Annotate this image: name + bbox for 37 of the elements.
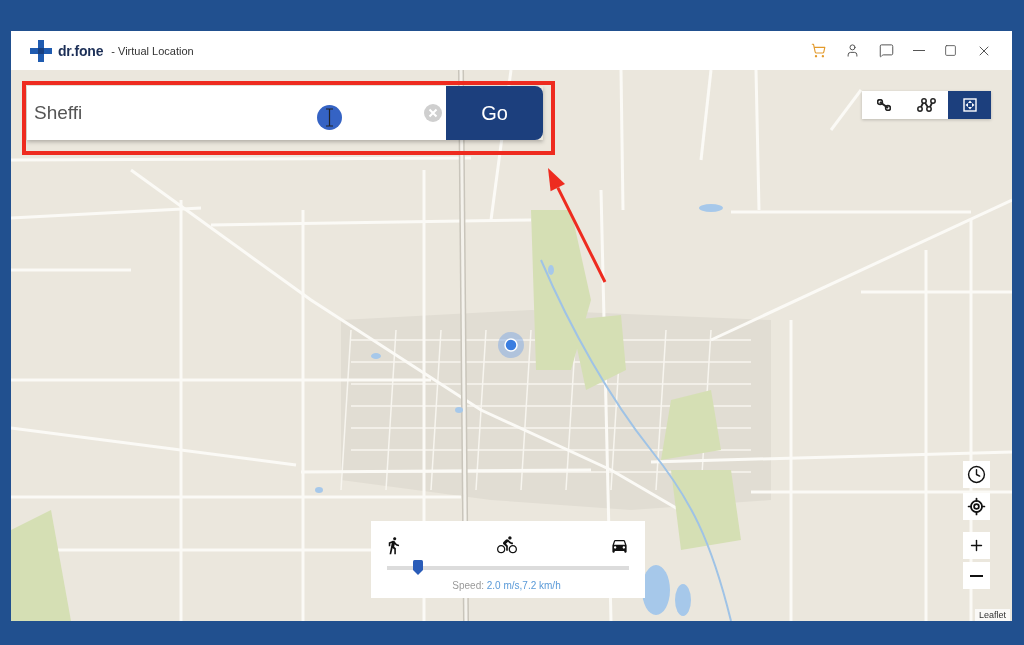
minimize-icon[interactable] [913, 49, 925, 52]
clock-icon [967, 465, 986, 484]
search-field[interactable]: Sheffi [27, 86, 446, 140]
two-dot-route-icon [876, 99, 891, 111]
plus-icon [968, 537, 985, 554]
route-mode-button[interactable] [948, 91, 991, 119]
pond [642, 565, 670, 615]
plus-logo-icon [30, 39, 52, 62]
pond [675, 584, 691, 616]
pond [699, 204, 723, 212]
route-mode-button[interactable] [862, 91, 905, 119]
history-button[interactable] [963, 461, 990, 488]
attribution-text: Leaflet [974, 609, 1010, 621]
window-title: - Virtual Location [111, 44, 194, 57]
user-icon[interactable] [845, 43, 860, 58]
app-logo-text: dr.fone [58, 42, 104, 59]
maximize-icon[interactable] [944, 44, 957, 57]
crosshair-icon [967, 497, 986, 516]
chat-icon[interactable] [879, 43, 894, 58]
pond [315, 487, 323, 493]
zoom-out-button[interactable] [963, 562, 990, 589]
cyclist-icon[interactable] [496, 535, 517, 555]
locate-button[interactable] [963, 493, 990, 520]
minus-icon [970, 574, 983, 577]
pond [371, 353, 381, 359]
pond [455, 407, 463, 413]
slider-thumb[interactable] [413, 560, 424, 575]
route-mode-button[interactable] [905, 91, 948, 119]
arrows-square-icon [962, 98, 977, 112]
speed-text: Speed: 2.0 m/s,7.2 km/h [451, 580, 562, 591]
zoom-in-button[interactable] [963, 532, 990, 559]
location-marker-icon [497, 331, 525, 359]
pond [548, 265, 554, 275]
multi-dot-route-icon [917, 98, 936, 112]
go-button[interactable]: Go [446, 86, 543, 140]
park-area [661, 390, 721, 460]
text-cursor-icon [316, 105, 343, 130]
